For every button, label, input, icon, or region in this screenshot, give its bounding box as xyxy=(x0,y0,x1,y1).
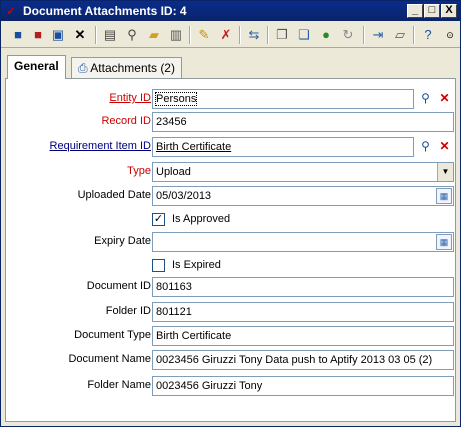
folder-id-field[interactable]: 801121 xyxy=(152,302,454,322)
document-id-field[interactable]: 801163 xyxy=(152,277,454,297)
uploaded-date-value: 05/03/2013 xyxy=(156,190,212,202)
document-name-label: Document Name xyxy=(68,353,151,365)
save-icon[interactable]: ■ xyxy=(9,26,27,44)
document-name-row: Document Name 0023456 Giruzzi Tony Data … xyxy=(6,350,457,370)
open-folder-icon[interactable]: ▰ xyxy=(145,26,163,44)
type-select[interactable]: Upload ▼ xyxy=(152,162,454,182)
notes-icon[interactable]: ▥ xyxy=(167,26,185,44)
folder-name-value: 0023456 Giruzzi Tony xyxy=(156,380,263,392)
toolbar-separator xyxy=(239,26,241,44)
entity-id-field[interactable]: Persons xyxy=(152,89,414,109)
is-approved-row: ✓ Is Approved xyxy=(6,210,457,230)
document-name-value: 0023456 Giruzzi Tony Data push to Aptify… xyxy=(156,354,433,366)
is-expired-checkbox[interactable] xyxy=(152,259,165,272)
web-icon[interactable]: ● xyxy=(317,26,335,44)
calendar-icon[interactable]: ▦ xyxy=(436,188,452,204)
refresh-icon[interactable]: ↻ xyxy=(339,26,357,44)
attach-icon[interactable]: ❏ xyxy=(295,26,313,44)
toolbar: ■ ■ ▣ ✕ ▤ ⚲ ▰ ▥ ✎ ✗ ⇆ ❐ ❏ ● ↻ ⇥ ▱ ? ⊙ xyxy=(1,22,460,48)
chevron-down-icon[interactable]: ▼ xyxy=(437,163,453,181)
record-id-value: 23456 xyxy=(156,116,187,128)
tab-general[interactable]: General xyxy=(7,55,66,79)
entity-id-row: Entity ID Persons ⚲ ✕ xyxy=(6,89,457,109)
type-value: Upload xyxy=(156,166,191,178)
tab-attachments[interactable]: ⎙ Attachments (2) xyxy=(71,57,182,79)
close-button[interactable]: X xyxy=(441,4,457,18)
expiry-date-row: Expiry Date ▦ xyxy=(6,232,457,252)
document-attachments-window: ✓ Document Attachments ID: 4 _ □ X ■ ■ ▣… xyxy=(0,0,461,427)
delete-icon[interactable]: ✕ xyxy=(71,26,89,44)
tab-general-label: General xyxy=(14,59,59,73)
folder-id-label: Folder ID xyxy=(105,305,151,317)
toolbar-separator xyxy=(413,26,415,44)
requirement-item-id-field[interactable]: Birth Certificate xyxy=(152,137,414,157)
attachment-icon: ⎙ xyxy=(78,61,88,75)
app-icon: ✓ xyxy=(6,4,17,18)
clear-icon[interactable]: ✕ xyxy=(436,90,453,107)
is-expired-label: Is Expired xyxy=(172,259,221,271)
uploaded-date-row: Uploaded Date 05/03/2013 ▦ xyxy=(6,186,457,206)
toolbar-separator xyxy=(95,26,97,44)
record-id-label: Record ID xyxy=(101,115,151,127)
copy-icon[interactable]: ❐ xyxy=(273,26,291,44)
link-icon[interactable]: ⇆ xyxy=(245,26,263,44)
delete-record-icon[interactable]: ✗ xyxy=(217,26,235,44)
clear-icon[interactable]: ✕ xyxy=(436,138,453,155)
is-approved-checkbox[interactable]: ✓ xyxy=(152,213,165,226)
record-id-row: Record ID 23456 xyxy=(6,112,457,132)
document-name-field[interactable]: 0023456 Giruzzi Tony Data push to Aptify… xyxy=(152,350,454,370)
toolbar-separator xyxy=(189,26,191,44)
folder-id-row: Folder ID 801121 xyxy=(6,302,457,322)
document-id-row: Document ID 801163 xyxy=(6,277,457,297)
uploaded-date-field[interactable]: 05/03/2013 ▦ xyxy=(152,186,454,206)
wizard-icon[interactable]: ✎ xyxy=(195,26,213,44)
forward-icon[interactable]: ⇥ xyxy=(369,26,387,44)
find-icon[interactable]: ⚲ xyxy=(417,90,434,107)
is-expired-row: Is Expired xyxy=(6,256,457,276)
folder-name-row: Folder Name 0023456 Giruzzi Tony xyxy=(6,376,457,396)
save-new-icon[interactable]: ▣ xyxy=(49,26,67,44)
minimize-button[interactable]: _ xyxy=(407,4,423,18)
type-row: Type Upload ▼ xyxy=(6,162,457,182)
is-approved-label: Is Approved xyxy=(172,213,231,225)
tab-attachments-label: Attachments (2) xyxy=(90,61,175,75)
help-icon[interactable]: ? xyxy=(419,26,437,44)
document-type-field[interactable]: Birth Certificate xyxy=(152,326,454,346)
expand-icon[interactable]: ⊙ xyxy=(441,26,459,44)
document-icon[interactable]: ▱ xyxy=(391,26,409,44)
requirement-item-id-row: Requirement Item ID Birth Certificate ⚲ … xyxy=(6,137,457,157)
entity-id-value: Persons xyxy=(154,92,198,106)
expiry-date-label: Expiry Date xyxy=(94,235,151,247)
toolbar-separator xyxy=(267,26,269,44)
title-bar[interactable]: ✓ Document Attachments ID: 4 _ □ X xyxy=(1,1,460,21)
tab-strip: General ⎙ Attachments (2) xyxy=(1,49,460,79)
entity-id-label[interactable]: Entity ID xyxy=(109,92,151,104)
uploaded-date-label: Uploaded Date xyxy=(77,189,151,201)
maximize-button[interactable]: □ xyxy=(424,4,440,18)
toolbar-separator xyxy=(363,26,365,44)
document-type-label: Document Type xyxy=(74,329,151,341)
general-panel: Entity ID Persons ⚲ ✕ Record ID 23456 Re… xyxy=(5,78,456,422)
folder-id-value: 801121 xyxy=(156,306,192,318)
window-title: Document Attachments ID: 4 xyxy=(23,4,187,18)
find-icon[interactable]: ⚲ xyxy=(417,138,434,155)
document-id-label: Document ID xyxy=(86,280,151,292)
document-id-value: 801163 xyxy=(156,281,192,293)
calendar-icon[interactable]: ▦ xyxy=(436,234,452,250)
type-label: Type xyxy=(127,165,151,177)
find-icon[interactable]: ⚲ xyxy=(123,26,141,44)
document-type-row: Document Type Birth Certificate xyxy=(6,326,457,346)
requirement-item-id-label[interactable]: Requirement Item ID xyxy=(50,140,151,152)
requirement-item-id-value: Birth Certificate xyxy=(156,141,232,153)
folder-name-field[interactable]: 0023456 Giruzzi Tony xyxy=(152,376,454,396)
record-id-field[interactable]: 23456 xyxy=(152,112,454,132)
save-close-icon[interactable]: ■ xyxy=(29,26,47,44)
print-icon[interactable]: ▤ xyxy=(101,26,119,44)
folder-name-label: Folder Name xyxy=(87,379,151,391)
expiry-date-field[interactable]: ▦ xyxy=(152,232,454,252)
document-type-value: Birth Certificate xyxy=(156,330,232,342)
